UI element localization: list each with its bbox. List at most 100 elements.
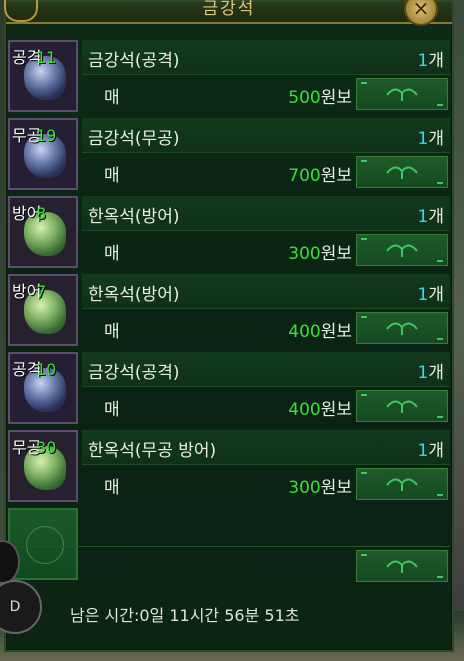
- item-price: 400원보: [272, 317, 352, 342]
- count-unit: 개: [428, 285, 444, 305]
- sell-label: 매: [104, 244, 120, 264]
- shop-panel: 금강석 × 공격 11 금강석(공격) 1개 매 500원보 무공 19 금강석…: [4, 0, 454, 652]
- sell-label: 매: [104, 400, 120, 420]
- sell-label: 매: [104, 478, 120, 498]
- slot-quantity: 19: [36, 126, 57, 145]
- left-ornament-icon: [4, 0, 38, 22]
- ornament-icon: [361, 394, 443, 418]
- ornament-icon: [361, 316, 443, 340]
- empty-name-line: [82, 512, 450, 546]
- divider: [8, 546, 450, 547]
- slot-quantity: 10: [36, 360, 57, 379]
- sell-label: 매: [104, 166, 120, 186]
- buy-button[interactable]: [356, 234, 448, 266]
- count-unit: 개: [428, 129, 444, 149]
- ornament-icon: [361, 238, 443, 262]
- item-name: 금강석(공격): [88, 363, 180, 383]
- name-line: 금강석(공격) 1개: [82, 352, 450, 387]
- price-number: 400: [288, 322, 321, 342]
- empty-buy-button[interactable]: [356, 550, 448, 582]
- price-number: 300: [288, 478, 321, 498]
- item-slot[interactable]: 방어 7: [8, 274, 78, 346]
- item-price: 300원보: [272, 239, 352, 264]
- item-name: 금강석(공격): [88, 51, 180, 71]
- title-bar: 금강석 ×: [4, 0, 452, 26]
- item-slot[interactable]: 무공 19: [8, 118, 78, 190]
- item-row[interactable]: 무공 19 금강석(무공) 1개 매 700원보: [8, 114, 450, 190]
- ornament-icon: [361, 160, 443, 184]
- count-number: 1: [417, 207, 429, 227]
- item-row[interactable]: 공격 10 금강석(공격) 1개 매 400원보: [8, 348, 450, 424]
- buy-button[interactable]: [356, 78, 448, 110]
- name-line: 금강석(공격) 1개: [82, 40, 450, 75]
- slot-quantity: 11: [36, 48, 57, 67]
- price-unit: 원보: [320, 322, 352, 342]
- item-count: 1개: [418, 202, 444, 227]
- item-slot[interactable]: 공격 11: [8, 40, 78, 112]
- price-line: 매 300원보: [82, 466, 450, 502]
- count-number: 1: [417, 363, 429, 383]
- count-unit: 개: [428, 51, 444, 71]
- item-price: 300원보: [272, 473, 352, 498]
- price-number: 400: [288, 400, 321, 420]
- count-number: 1: [417, 285, 429, 305]
- price-unit: 원보: [320, 478, 352, 498]
- item-name: 금강석(무공): [88, 129, 180, 149]
- count-unit: 개: [428, 207, 444, 227]
- window-title: 금강석: [202, 0, 256, 19]
- price-unit: 원보: [320, 88, 352, 108]
- buy-button[interactable]: [356, 156, 448, 188]
- name-line: 한옥석(방어) 1개: [82, 274, 450, 309]
- price-unit: 원보: [320, 166, 352, 186]
- empty-price-line: [82, 548, 450, 584]
- item-row[interactable]: 공격 11 금강석(공격) 1개 매 500원보: [8, 36, 450, 112]
- count-number: 1: [417, 441, 429, 461]
- ornament-icon: [361, 472, 443, 496]
- buy-button[interactable]: [356, 468, 448, 500]
- count-number: 1: [417, 129, 429, 149]
- buy-button[interactable]: [356, 390, 448, 422]
- item-count: 1개: [418, 124, 444, 149]
- slot-quantity: 8: [36, 204, 47, 223]
- price-line: 매 700원보: [82, 154, 450, 190]
- item-count: 1개: [418, 280, 444, 305]
- price-number: 700: [288, 166, 321, 186]
- price-line: 매 300원보: [82, 232, 450, 268]
- name-line: 한옥석(무공 방어) 1개: [82, 430, 450, 465]
- count-number: 1: [417, 51, 429, 71]
- remaining-time: 남은 시간:0일 11시간 56분 51초: [70, 606, 300, 625]
- price-line: 매 400원보: [82, 310, 450, 346]
- count-unit: 개: [428, 441, 444, 461]
- close-button[interactable]: ×: [404, 0, 438, 26]
- sell-label: 매: [104, 322, 120, 342]
- ornament-icon: [361, 82, 443, 106]
- price-unit: 원보: [320, 244, 352, 264]
- ornament-icon: [361, 554, 443, 578]
- item-count: 1개: [418, 46, 444, 71]
- item-row[interactable]: 방어 8 한옥석(방어) 1개 매 300원보: [8, 192, 450, 268]
- buy-button[interactable]: [356, 312, 448, 344]
- slot-quantity: 30: [36, 438, 57, 457]
- name-line: 한옥석(방어) 1개: [82, 196, 450, 231]
- price-unit: 원보: [320, 400, 352, 420]
- item-row[interactable]: 방어 7 한옥석(방어) 1개 매 400원보: [8, 270, 450, 346]
- count-unit: 개: [428, 363, 444, 383]
- price-line: 매 400원보: [82, 388, 450, 424]
- item-row[interactable]: 무공 30 한옥석(무공 방어) 1개 매 300원보: [8, 426, 450, 502]
- slot-grid-icon: [26, 526, 64, 564]
- item-price: 500원보: [272, 83, 352, 108]
- item-slot[interactable]: 공격 10: [8, 352, 78, 424]
- item-slot[interactable]: 방어 8: [8, 196, 78, 268]
- item-name: 한옥석(무공 방어): [88, 441, 217, 461]
- price-line: 매 500원보: [82, 76, 450, 112]
- item-slot[interactable]: 무공 30: [8, 430, 78, 502]
- price-number: 300: [288, 244, 321, 264]
- item-count: 1개: [418, 436, 444, 461]
- item-name: 한옥석(방어): [88, 285, 180, 305]
- item-count: 1개: [418, 358, 444, 383]
- sell-label: 매: [104, 88, 120, 108]
- slot-quantity: 7: [36, 282, 47, 301]
- price-number: 500: [288, 88, 321, 108]
- item-price: 700원보: [272, 161, 352, 186]
- name-line: 금강석(무공) 1개: [82, 118, 450, 153]
